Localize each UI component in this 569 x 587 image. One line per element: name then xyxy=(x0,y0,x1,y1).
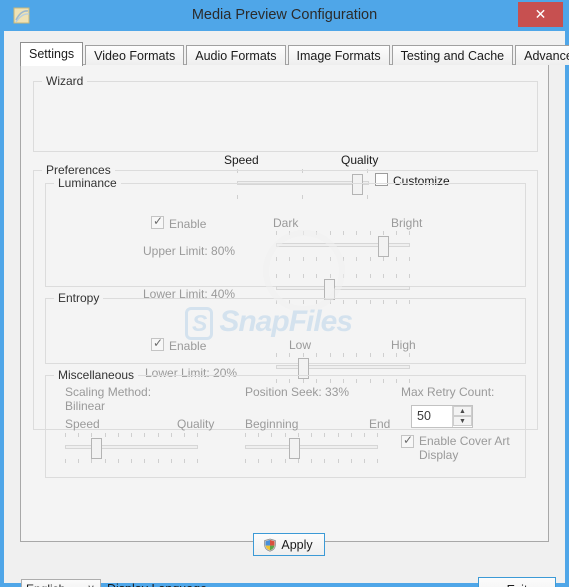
entropy-enable-label: Enable xyxy=(169,339,207,353)
scaling-thumb[interactable] xyxy=(91,438,102,459)
tab-image-formats[interactable]: Image Formats xyxy=(287,45,390,65)
luminance-upper-slider[interactable] xyxy=(276,231,410,263)
tab-strip: Settings Video Formats Audio Formats Ima… xyxy=(20,42,569,66)
scaling-method-value: Bilinear xyxy=(65,399,106,413)
max-retry-count-value: 50 xyxy=(417,409,431,423)
position-seek-slider[interactable] xyxy=(245,433,378,465)
stepper-down-icon[interactable]: ▼ xyxy=(453,416,472,426)
max-retry-count-stepper[interactable]: 50 ▲ ▼ xyxy=(411,405,473,428)
settings-tab-page: Wizard Speed Quality Customize Preferenc… xyxy=(20,64,549,542)
entropy-high-label: High xyxy=(391,338,416,352)
wizard-speed-label: Speed xyxy=(224,153,259,167)
checkmark-icon: ✓ xyxy=(153,214,164,228)
configuration-window: Media Preview Configuration ✕ Settings V… xyxy=(0,0,569,587)
tab-audio-formats[interactable]: Audio Formats xyxy=(186,45,286,65)
scaling-speed-label: Speed xyxy=(65,417,100,431)
chevron-down-icon: ∨ xyxy=(87,583,95,587)
luminance-upper-ticks-bottom xyxy=(276,257,410,261)
position-thumb[interactable] xyxy=(289,438,300,459)
wizard-group-title: Wizard xyxy=(42,74,88,88)
scaling-ticks-bottom xyxy=(65,459,198,463)
position-end-label: End xyxy=(369,417,391,431)
max-retry-count-label: Max Retry Count: xyxy=(401,385,495,399)
title-bar: Media Preview Configuration ✕ xyxy=(0,0,569,31)
miscellaneous-group-title: Miscellaneous xyxy=(54,368,139,382)
entropy-track xyxy=(276,365,410,369)
luminance-upper-track xyxy=(276,243,410,247)
cover-art-checkbox[interactable]: ✓ xyxy=(401,433,414,448)
luminance-enable-checkbox[interactable]: ✓ xyxy=(151,214,164,229)
position-ticks-top xyxy=(245,433,378,437)
display-language-label: Display Language xyxy=(107,582,207,587)
display-language-select[interactable]: English ∨ xyxy=(21,579,101,587)
stepper-up-icon[interactable]: ▲ xyxy=(453,406,472,416)
luminance-upper-ticks-top xyxy=(276,231,410,235)
entropy-group-title: Entropy xyxy=(54,291,104,305)
luminance-enable-label: Enable xyxy=(169,217,207,231)
scaling-ticks-top xyxy=(65,433,198,437)
cover-art-label: Enable Cover Art Display xyxy=(419,434,510,462)
luminance-bright-label: Bright xyxy=(391,216,423,230)
luminance-lower-thumb[interactable] xyxy=(324,279,335,300)
wizard-group: Wizard xyxy=(33,74,538,152)
preferences-group-title: Preferences xyxy=(42,163,115,177)
position-track xyxy=(245,445,378,449)
scaling-quality-label: Quality xyxy=(177,417,215,431)
client-area: Settings Video Formats Audio Formats Ima… xyxy=(4,31,569,587)
luminance-lower-track xyxy=(276,286,410,290)
apply-button-label: Apply xyxy=(281,538,313,552)
position-seek-label: Position Seek: 33% xyxy=(245,385,350,399)
stepper-buttons: ▲ ▼ xyxy=(452,406,472,427)
close-icon[interactable]: ✕ xyxy=(518,2,563,27)
shield-icon xyxy=(264,538,276,552)
checkmark-icon: ✓ xyxy=(153,336,164,350)
entropy-low-label: Low xyxy=(289,338,312,352)
display-language-value: English xyxy=(26,582,65,587)
position-ticks-bottom xyxy=(245,459,378,463)
tab-testing-and-cache[interactable]: Testing and Cache xyxy=(391,45,514,65)
scaling-method-label: Scaling Method: xyxy=(65,385,152,399)
tab-video-formats[interactable]: Video Formats xyxy=(85,45,185,65)
window-title: Media Preview Configuration xyxy=(191,7,378,23)
luminance-group-title: Luminance xyxy=(54,176,121,190)
scaling-track xyxy=(65,445,198,449)
scaling-method-slider[interactable] xyxy=(65,433,198,465)
apply-button[interactable]: Apply xyxy=(253,533,325,556)
entropy-enable-checkbox[interactable]: ✓ xyxy=(151,336,164,351)
entropy-ticks-top xyxy=(276,353,410,357)
position-beginning-label: Beginning xyxy=(245,417,299,431)
tab-advanced[interactable]: Advanced xyxy=(515,45,569,65)
luminance-lower-ticks-top xyxy=(276,274,410,278)
luminance-upper-limit-label: Upper Limit: 80% xyxy=(143,244,236,258)
checkmark-icon: ✓ xyxy=(403,433,414,447)
luminance-upper-thumb[interactable] xyxy=(378,236,389,257)
tab-settings[interactable]: Settings xyxy=(20,42,84,66)
exit-button[interactable]: Exit xyxy=(478,577,556,587)
luminance-dark-label: Dark xyxy=(273,216,299,230)
wizard-quality-label: Quality xyxy=(341,153,379,167)
